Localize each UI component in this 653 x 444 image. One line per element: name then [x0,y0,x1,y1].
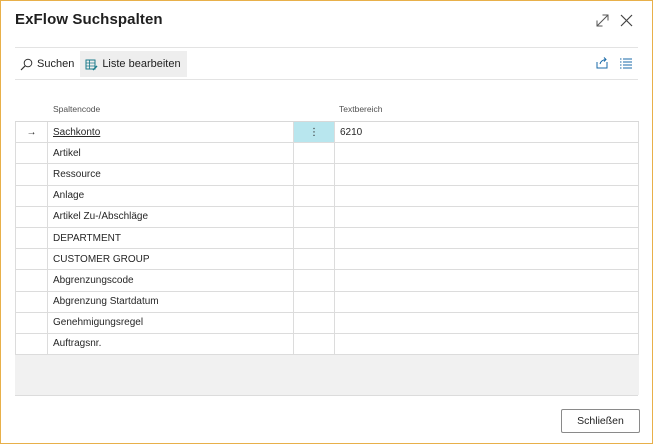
column-code-cell[interactable]: Anlage [48,185,294,206]
close-icon[interactable] [616,10,636,30]
table-row[interactable]: Abgrenzung Startdatum [15,291,639,313]
row-selector[interactable] [15,312,48,333]
edit-list-button[interactable]: Liste bearbeiten [80,51,187,77]
column-code-value: Ressource [53,168,101,180]
text-range-cell[interactable] [335,249,639,270]
text-range-cell[interactable] [335,206,639,227]
text-range-cell[interactable] [335,185,639,206]
column-code-value: Abgrenzungscode [53,274,134,286]
text-range-cell[interactable] [335,291,639,312]
table-row[interactable]: Genehmigungsregel [15,312,639,334]
table-row[interactable]: CUSTOMER GROUP [15,249,639,271]
column-code-cell[interactable]: Genehmigungsregel [48,312,294,333]
row-menu-cell[interactable] [294,312,335,333]
column-code-value: DEPARTMENT [53,232,121,244]
text-range-cell[interactable] [335,227,639,249]
search-button[interactable]: Suchen [15,51,80,77]
row-menu-cell[interactable] [294,249,335,270]
row-selector[interactable] [15,227,48,249]
list-view-icon[interactable] [618,55,634,71]
row-selector[interactable] [15,185,48,206]
column-code-value: Genehmigungsregel [53,317,144,329]
dialog: ExFlow Suchspalten Suchen Liste bearbeit… [0,0,653,444]
table-row[interactable]: Artikel [15,143,639,165]
column-code-cell[interactable]: Sachkonto [48,122,294,143]
row-selector[interactable] [15,270,48,291]
text-range-cell[interactable] [335,143,639,164]
row-selector[interactable] [15,143,48,164]
column-code-value: Abgrenzung Startdatum [53,296,159,308]
row-menu-cell[interactable] [294,291,335,312]
header-divider [15,47,638,48]
column-code-cell[interactable]: Ressource [48,164,294,185]
column-code-value: Artikel [53,147,81,159]
edit-list-icon [84,57,98,71]
column-code-cell[interactable]: Auftragsnr. [48,333,294,355]
text-range-cell[interactable] [335,333,639,355]
row-selector[interactable] [15,164,48,185]
table-empty-area [15,355,639,395]
table-row[interactable]: Anlage [15,185,639,207]
column-code-value: Auftragsnr. [53,338,102,350]
row-selector[interactable] [15,206,48,227]
column-code-value[interactable]: Sachkonto [53,127,100,138]
text-range-cell[interactable] [335,312,639,333]
table-row[interactable]: Artikel Zu-/Abschläge [15,206,639,228]
column-code-cell[interactable]: Abgrenzungscode [48,270,294,291]
column-code-cell[interactable]: Artikel [48,143,294,164]
row-menu-icon[interactable]: ⋮ [294,122,335,143]
row-menu-cell[interactable] [294,143,335,164]
table-row[interactable]: Abgrenzungscode [15,270,639,292]
search-columns-table: → Sachkonto ⋮ 6210 Artikel Ressource Anlage Art… [15,121,639,356]
row-menu-cell[interactable] [294,164,335,185]
table-row[interactable]: Auftragsnr. [15,333,639,356]
row-menu-cell[interactable] [294,333,335,355]
current-row-arrow-icon[interactable]: → [15,122,48,143]
column-code-cell[interactable]: DEPARTMENT [48,227,294,249]
row-selector[interactable] [15,333,48,355]
footer-divider [15,395,638,396]
edit-list-label: Liste bearbeiten [102,58,181,70]
search-label: Suchen [37,58,75,70]
row-menu-cell[interactable] [294,227,335,249]
column-code-value: Anlage [53,190,85,202]
expand-icon[interactable] [592,10,612,30]
search-icon [19,57,33,71]
column-code-cell[interactable]: Artikel Zu-/Abschläge [48,206,294,227]
text-range-cell[interactable] [335,164,639,185]
row-selector[interactable] [15,249,48,270]
dialog-title: ExFlow Suchspalten [15,11,163,28]
close-button[interactable]: Schließen [561,409,640,433]
table-row[interactable]: DEPARTMENT [15,227,639,250]
column-code-cell[interactable]: Abgrenzung Startdatum [48,291,294,312]
row-menu-cell[interactable] [294,270,335,291]
column-header-code[interactable]: Spaltencode [53,104,100,114]
toolbar-divider [15,79,638,80]
column-code-value: CUSTOMER GROUP [53,253,150,265]
row-menu-cell[interactable] [294,206,335,227]
text-range-cell[interactable]: 6210 [335,122,639,143]
share-icon[interactable] [594,55,610,71]
row-menu-cell[interactable] [294,185,335,206]
table-row[interactable]: Ressource [15,164,639,186]
table-row[interactable]: → Sachkonto ⋮ 6210 [15,122,639,144]
text-range-cell[interactable] [335,270,639,291]
column-code-value: Artikel Zu-/Abschläge [53,211,149,223]
column-header-text[interactable]: Textbereich [339,104,382,114]
column-code-cell[interactable]: CUSTOMER GROUP [48,249,294,270]
row-selector[interactable] [15,291,48,312]
toolbar: Suchen Liste bearbeiten [15,51,187,77]
